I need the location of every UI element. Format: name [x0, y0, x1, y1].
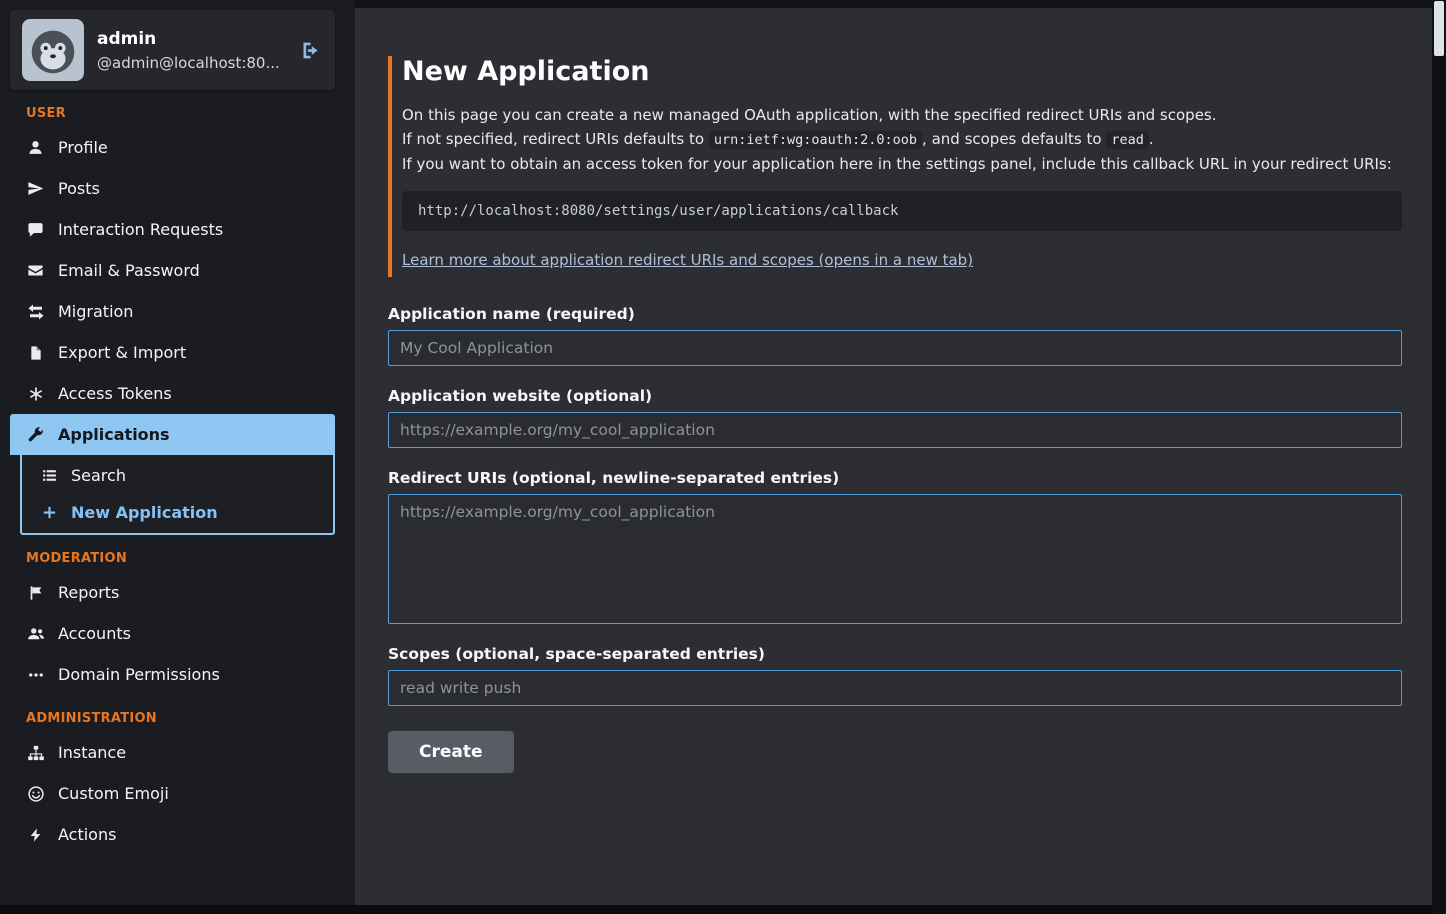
- sidebar-item-email-password[interactable]: Email & Password: [10, 250, 335, 291]
- redirect-uris-field: Redirect URIs (optional, newline-separat…: [388, 469, 1402, 624]
- intro-line-3: If you want to obtain an access token fo…: [402, 152, 1402, 176]
- sidebar-item-instance[interactable]: Instance: [10, 732, 335, 773]
- envelope-icon: [26, 262, 45, 279]
- sidebar-item-migration[interactable]: Migration: [10, 291, 335, 332]
- sidebar-item-label: Email & Password: [58, 261, 200, 280]
- sitemap-icon: [26, 744, 45, 762]
- sidebar-item-reports[interactable]: Reports: [10, 572, 335, 613]
- application-website-input[interactable]: [388, 412, 1402, 448]
- sidebar-item-label: Profile: [58, 138, 108, 157]
- learn-more-link[interactable]: Learn more about application redirect UR…: [402, 251, 973, 269]
- new-application-form: Application name (required) Application …: [388, 305, 1402, 773]
- sidebar-subitem-label: New Application: [71, 503, 218, 522]
- sidebar-item-label: Actions: [58, 825, 116, 844]
- sidebar-subitem-label: Search: [71, 466, 126, 485]
- scopes-input[interactable]: [388, 670, 1402, 706]
- inline-code-read: read: [1106, 131, 1149, 149]
- comment-icon: [26, 221, 45, 238]
- intro-section: New Application On this page you can cre…: [388, 56, 1402, 277]
- bolt-icon: [26, 827, 45, 843]
- application-name-input[interactable]: [388, 330, 1402, 366]
- sidebar-nav: USER Profile Posts Interaction Requests Emai…: [10, 106, 335, 855]
- intro-line-2-pre: If not specified, redirect URIs defaults…: [402, 130, 709, 148]
- sidebar-item-accounts[interactable]: Accounts: [10, 613, 335, 654]
- sidebar-item-label: Instance: [58, 743, 126, 762]
- sidebar-item-label: Applications: [58, 425, 170, 444]
- sidebar-item-domain-permissions[interactable]: Domain Permissions: [10, 654, 335, 695]
- scrollbar-thumb[interactable]: [1434, 1, 1444, 56]
- sidebar-item-export-import[interactable]: Export & Import: [10, 332, 335, 373]
- sidebar-item-label: Access Tokens: [58, 384, 172, 403]
- scopes-label: Scopes (optional, space-separated entrie…: [388, 645, 1402, 663]
- sidebar-item-custom-emoji[interactable]: Custom Emoji: [10, 773, 335, 814]
- sidebar: admin @admin@localhost:80... USER Profile…: [0, 0, 355, 905]
- logout-icon[interactable]: [298, 38, 323, 63]
- intro-line-2-post: .: [1149, 130, 1154, 148]
- section-header-user: USER: [10, 106, 335, 121]
- main-panel: New Application On this page you can cre…: [355, 8, 1432, 905]
- user-info: admin @admin@localhost:80...: [97, 29, 285, 72]
- flag-icon: [26, 585, 45, 601]
- sloth-avatar: [22, 19, 84, 81]
- application-name-field: Application name (required): [388, 305, 1402, 366]
- redirect-uris-label: Redirect URIs (optional, newline-separat…: [388, 469, 1402, 487]
- users-icon: [26, 625, 45, 643]
- user-card: admin @admin@localhost:80...: [10, 10, 335, 90]
- sidebar-item-label: Export & Import: [58, 343, 186, 362]
- sidebar-item-label: Posts: [58, 179, 100, 198]
- callback-url-code: http://localhost:8080/settings/user/appl…: [402, 191, 1402, 231]
- intro-line-1: On this page you can create a new manage…: [402, 103, 1402, 127]
- sidebar-item-interaction-requests[interactable]: Interaction Requests: [10, 209, 335, 250]
- redirect-uris-textarea[interactable]: [388, 494, 1402, 624]
- plus-icon: [40, 504, 59, 521]
- sidebar-item-applications[interactable]: Applications: [10, 414, 335, 455]
- intro-line-2: If not specified, redirect URIs defaults…: [402, 127, 1402, 152]
- sidebar-subitem-search[interactable]: Search: [22, 457, 333, 494]
- application-website-label: Application website (optional): [388, 387, 1402, 405]
- inline-code-oob: urn:ietf:wg:oauth:2.0:oob: [709, 131, 922, 149]
- file-export-icon: [26, 345, 45, 361]
- intro-line-2-mid: , and scopes defaults to: [922, 130, 1106, 148]
- wrench-icon: [26, 426, 45, 443]
- section-header-moderation: MODERATION: [10, 551, 335, 566]
- application-name-label: Application name (required): [388, 305, 1402, 323]
- user-icon: [26, 139, 45, 156]
- callback-url-text: http://localhost:8080/settings/user/appl…: [418, 203, 898, 219]
- page-title: New Application: [402, 56, 1402, 87]
- transfer-arrows-icon: [26, 303, 45, 321]
- application-website-field: Application website (optional): [388, 387, 1402, 448]
- user-name: admin: [97, 29, 285, 49]
- sidebar-subitem-new-application[interactable]: New Application: [22, 494, 333, 531]
- sidebar-item-label: Reports: [58, 583, 119, 602]
- asterisk-icon: [26, 386, 45, 402]
- sidebar-item-actions[interactable]: Actions: [10, 814, 335, 855]
- bottom-edge: [0, 905, 1432, 914]
- sidebar-item-profile[interactable]: Profile: [10, 127, 335, 168]
- domain-dots-icon: [26, 666, 45, 684]
- vertical-scrollbar[interactable]: [1432, 0, 1446, 914]
- section-header-administration: ADMINISTRATION: [10, 711, 335, 726]
- sidebar-item-label: Custom Emoji: [58, 784, 169, 803]
- sidebar-item-label: Domain Permissions: [58, 665, 220, 684]
- smiley-icon: [26, 785, 45, 803]
- sidebar-item-access-tokens[interactable]: Access Tokens: [10, 373, 335, 414]
- scopes-field: Scopes (optional, space-separated entrie…: [388, 645, 1402, 706]
- list-icon: [40, 467, 59, 484]
- sidebar-item-label: Interaction Requests: [58, 220, 223, 239]
- sidebar-item-posts[interactable]: Posts: [10, 168, 335, 209]
- sidebar-item-label: Accounts: [58, 624, 131, 643]
- create-button[interactable]: Create: [388, 731, 514, 773]
- sidebar-item-label: Migration: [58, 302, 133, 321]
- sidebar-submenu: Search New Application: [20, 455, 335, 535]
- paper-plane-icon: [26, 180, 45, 197]
- user-handle: @admin@localhost:80...: [97, 54, 285, 72]
